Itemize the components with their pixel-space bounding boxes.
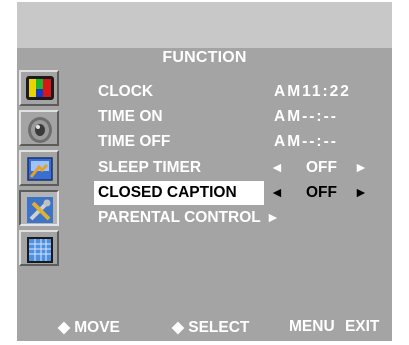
menu-item-label: CLOSED CAPTION bbox=[98, 184, 237, 201]
sound-menu-button[interactable] bbox=[19, 110, 59, 146]
menu-title: FUNCTION bbox=[162, 49, 247, 66]
clock-value: AM11:22 bbox=[274, 83, 351, 100]
top-band bbox=[17, 2, 392, 48]
menu-item-time-off[interactable]: TIME OFF AM--:-- bbox=[94, 130, 384, 154]
tv-osd-menu: FUNCTION CLOCK AM11:22 TIME ON AM--:-- T… bbox=[0, 0, 409, 345]
function-icon bbox=[27, 197, 53, 223]
menu-item-label: PARENTAL CONTROL bbox=[98, 209, 261, 226]
menu-item-clock[interactable]: CLOCK AM11:22 bbox=[94, 80, 384, 104]
picture-icon bbox=[26, 76, 54, 100]
pc-menu-button[interactable] bbox=[19, 230, 59, 266]
function-menu-panel: FUNCTION CLOCK AM11:22 TIME ON AM--:-- T… bbox=[17, 48, 392, 341]
sleep-timer-value: OFF bbox=[306, 159, 337, 176]
menu-item-sleep-timer[interactable]: SLEEP TIMER ◄ OFF ► bbox=[94, 156, 384, 180]
select-hint: ◆ SELECT bbox=[172, 319, 250, 336]
time-off-value: AM--:-- bbox=[274, 133, 338, 150]
decrease-arrow-icon[interactable]: ◄ bbox=[270, 184, 284, 200]
menu-item-time-on[interactable]: TIME ON AM--:-- bbox=[94, 105, 384, 129]
channel-menu-button[interactable] bbox=[19, 150, 59, 186]
menu-item-label: TIME OFF bbox=[98, 133, 171, 150]
picture-menu-button[interactable] bbox=[19, 70, 59, 106]
pc-screen-icon bbox=[27, 237, 53, 263]
sound-icon bbox=[28, 117, 52, 143]
decrease-arrow-icon[interactable]: ◄ bbox=[270, 159, 284, 175]
menu-exit-hint: MENU EXIT bbox=[289, 318, 380, 335]
function-menu-button[interactable] bbox=[19, 190, 59, 226]
menu-item-parental-control[interactable]: PARENTAL CONTROL ► bbox=[94, 206, 384, 230]
menu-item-label: CLOCK bbox=[98, 83, 154, 100]
increase-arrow-icon[interactable]: ► bbox=[354, 184, 368, 200]
menu-item-label: SLEEP TIMER bbox=[98, 159, 202, 176]
submenu-arrow-icon: ► bbox=[266, 209, 280, 225]
menu-item-closed-caption[interactable]: CLOSED CAPTION ◄ OFF ► bbox=[94, 181, 384, 205]
time-on-value: AM--:-- bbox=[274, 108, 338, 125]
footer-hints: ◆ MOVE ◆ SELECT MENU EXIT bbox=[17, 318, 392, 340]
increase-arrow-icon[interactable]: ► bbox=[354, 159, 368, 175]
menu-item-label: TIME ON bbox=[98, 108, 163, 125]
channel-icon bbox=[27, 157, 53, 181]
closed-caption-value: OFF bbox=[306, 184, 337, 201]
move-hint: ◆ MOVE bbox=[58, 319, 120, 336]
